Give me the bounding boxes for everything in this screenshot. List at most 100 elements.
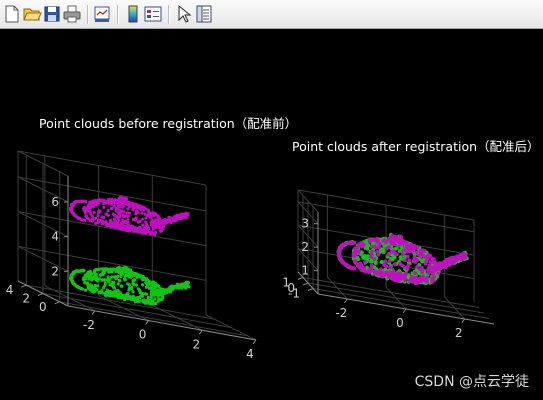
axes1-moving-cloud-point	[98, 210, 102, 214]
axes2-moving-cloud-point	[398, 271, 402, 276]
axes1-fixed-cloud-point	[156, 299, 160, 303]
axes1-moving-cloud-point	[168, 216, 172, 220]
axes2-moving-cloud-point	[375, 272, 380, 276]
axes2-moving-cloud-point	[369, 263, 374, 268]
axes1-moving-cloud-point	[146, 226, 150, 230]
axes2-moving-cloud-point	[344, 241, 349, 246]
axes1-fixed-cloud-point	[132, 278, 136, 282]
axes2-y-tick	[297, 277, 304, 280]
open-file-icon[interactable]	[22, 4, 42, 24]
axes2-grid-line	[302, 277, 480, 308]
axes1-fixed-cloud-point	[94, 277, 98, 282]
axes1-title: Point clouds before registration（配准前）	[39, 116, 298, 131]
axes2-moving-cloud-point	[436, 271, 441, 276]
axes2-z-tick-label: 2	[301, 240, 309, 254]
axes2-moving-cloud-point	[461, 251, 466, 256]
axes2-moving-cloud-point	[375, 240, 380, 245]
axes2-moving-cloud-point	[451, 257, 455, 262]
axes1-y-tick-label: 0	[39, 300, 47, 314]
axes1-moving-cloud-point	[160, 228, 164, 232]
axes1-x-tick-label: 4	[246, 347, 254, 361]
axes1-moving-cloud-point	[116, 216, 120, 220]
axes1-moving-cloud-point	[95, 200, 99, 204]
axes1-fixed-cloud-point	[92, 270, 97, 274]
axes1-fixed-cloud-point	[121, 272, 125, 276]
axes1-moving-cloud-point	[131, 208, 135, 212]
axes1-fixed-cloud-point	[118, 279, 122, 283]
axes2-moving-cloud-point	[348, 266, 353, 270]
axes1-fixed-cloud-point	[84, 277, 88, 281]
axes1-moving-cloud-point	[149, 214, 153, 218]
axes1-moving-cloud-point	[134, 229, 138, 233]
axes1-fixed-cloud-point	[84, 288, 88, 292]
axes1-fixed-cloud-point	[106, 275, 110, 279]
axes1-moving-cloud-point	[88, 209, 92, 213]
toolbar-separator	[117, 5, 118, 24]
axes1-moving-cloud-point	[144, 220, 148, 224]
axes1-fixed-cloud-point	[94, 272, 98, 276]
axes2-moving-cloud-point	[388, 265, 392, 270]
axes1-moving-cloud-point	[140, 211, 144, 215]
axes1-moving-cloud-point	[123, 225, 127, 229]
axes2-moving-cloud-point	[398, 238, 402, 242]
axes2-moving-cloud-point	[420, 270, 425, 275]
axes1-moving-cloud-point	[94, 216, 98, 220]
axes1-moving-cloud-point	[152, 220, 156, 224]
axes2-fixed-cloud-point	[362, 256, 367, 260]
axes1-moving-cloud-point	[147, 213, 151, 217]
link-plot-icon[interactable]	[92, 4, 112, 24]
axes1-fixed-cloud-point	[135, 299, 139, 304]
axes1-x-axis	[67, 305, 257, 341]
axes1-z-tick-label: 2	[51, 264, 59, 278]
axes1-moving-cloud-point	[104, 201, 108, 205]
axes1-moving-cloud-point	[112, 201, 116, 205]
axes2-x-tick	[461, 318, 466, 324]
axes1-moving-cloud-point	[134, 212, 138, 216]
open-property-inspector-icon[interactable]	[194, 4, 214, 24]
axes1-moving-cloud-point	[117, 198, 121, 203]
axes1-moving-cloud-point	[121, 202, 125, 206]
axes2-y-tick-label: 1	[282, 276, 290, 290]
axes2-moving-cloud-point	[351, 251, 356, 255]
axes1-fixed-cloud-point	[132, 282, 136, 287]
axes2-moving-cloud-point	[360, 241, 364, 246]
axes1-moving-cloud-point	[166, 219, 170, 223]
axes1-fixed-cloud-point	[88, 287, 92, 291]
axes2-moving-cloud-point	[352, 240, 357, 245]
axes1-moving-cloud-point	[110, 206, 114, 211]
axes1-fixed-cloud-point	[110, 280, 114, 284]
axes1-fixed-cloud-point	[113, 275, 117, 279]
axes1-fixed-cloud-point	[88, 283, 92, 287]
axes2-moving-cloud-point	[412, 243, 417, 248]
axes1-fixed-cloud-point	[100, 267, 104, 271]
axes2-moving-cloud-point	[363, 269, 368, 274]
axes1-moving-cloud-point	[157, 226, 161, 230]
axes1-moving-cloud-point	[126, 215, 130, 219]
axes1-fixed-cloud-point	[131, 290, 135, 294]
axes1-fixed-cloud-point	[127, 288, 131, 292]
axes2-moving-cloud-point	[391, 270, 396, 275]
insert-legend-icon[interactable]	[143, 4, 163, 24]
axes1-moving-cloud-point	[81, 218, 85, 222]
axes2-moving-cloud-point	[389, 250, 394, 254]
axes1-x-tick	[252, 339, 257, 345]
axes1-fixed-cloud-point	[169, 285, 173, 290]
axes1-moving-cloud-point	[102, 205, 106, 209]
axes1-fixed-cloud-point	[103, 281, 107, 285]
axes2-moving-cloud-point	[342, 261, 347, 266]
axes1-moving-cloud-point	[109, 224, 113, 229]
edit-plot-pointer-icon[interactable]	[174, 4, 194, 24]
axes1-moving-cloud-point	[175, 213, 179, 217]
axes1-moving-cloud-point	[82, 206, 86, 210]
axes1-moving-cloud-point	[141, 223, 145, 227]
insert-colorbar-icon[interactable]	[123, 4, 143, 24]
save-figure-icon[interactable]	[42, 4, 62, 24]
axes2-moving-cloud-point	[402, 276, 407, 280]
axes2-moving-cloud-point	[420, 278, 424, 283]
axes2-moving-cloud-point	[401, 252, 405, 257]
new-figure-icon[interactable]	[2, 4, 22, 24]
axes2-moving-cloud-point	[369, 252, 374, 257]
axes1-moving-cloud-point	[105, 212, 109, 216]
print-figure-icon[interactable]	[62, 4, 82, 24]
figure-toolbar	[0, 0, 543, 29]
